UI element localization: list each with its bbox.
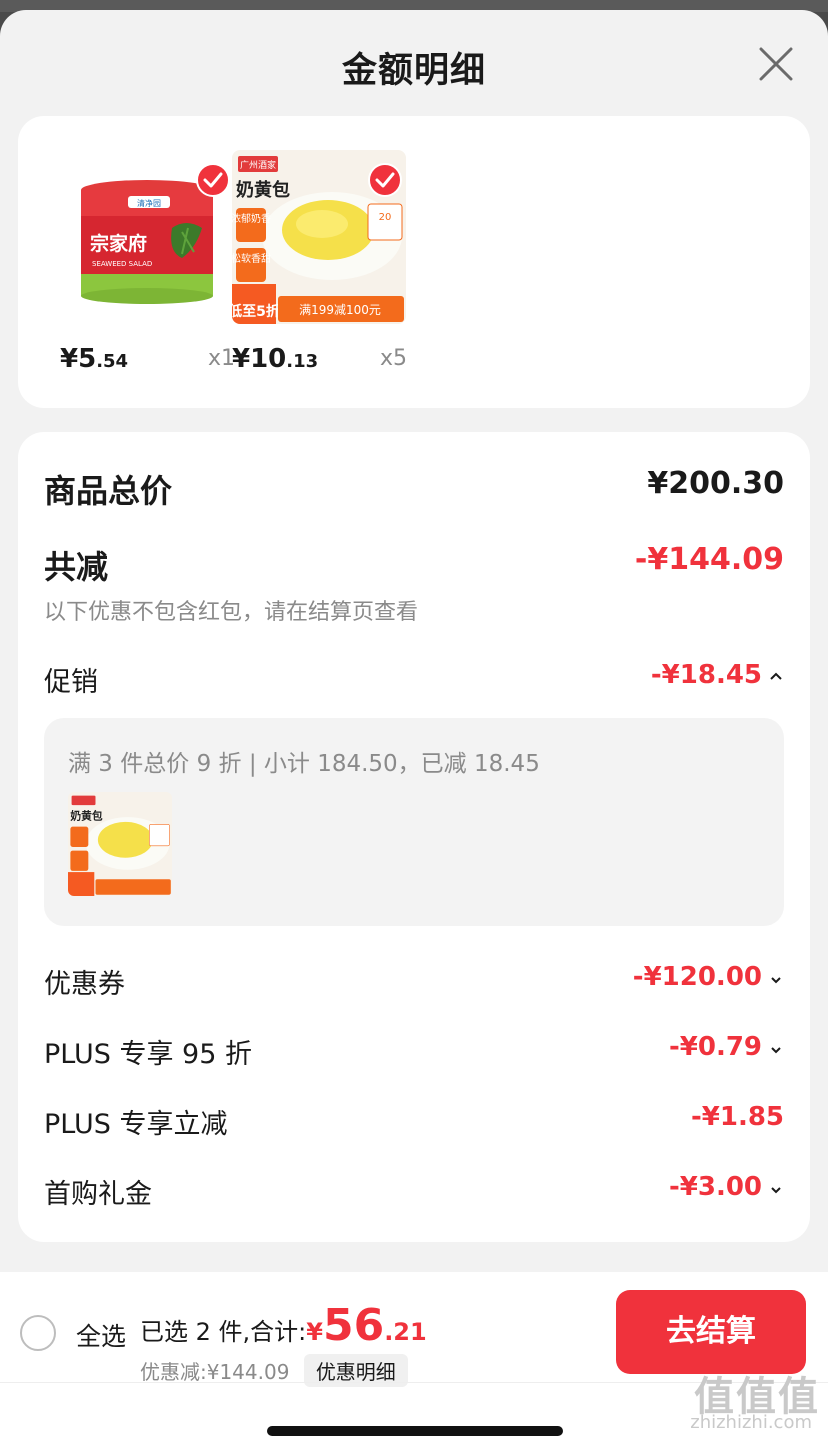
discount-amount: 优惠减:¥144.09 [140, 1360, 290, 1384]
product-price: ¥10.13 [232, 344, 319, 374]
plus-cut-value: -¥1.85 [690, 1102, 784, 1132]
first-buy-label: 首购礼金 [44, 1179, 152, 1210]
close-button[interactable] [758, 46, 794, 82]
coupon-label: 优惠券 [44, 969, 125, 1000]
product-quantity: x5 [380, 346, 408, 371]
promotion-detail-box: 满 3 件总价 9 折 | 小计 184.50，已减 18.45 奶黄包 [44, 718, 784, 926]
product-quantity: x1 [208, 346, 236, 371]
product-price: ¥5.54 [60, 344, 129, 374]
plus-cut-label: PLUS 专享立减 [44, 1109, 228, 1140]
chevron-down-icon [766, 1181, 784, 1201]
brand-label: 清净园 [137, 198, 161, 208]
product-card: 清净园 宗家府 SEAWEED SALAD ¥5.54 x1 广州酒家 奶黄包 … [18, 116, 810, 408]
svg-text:浓郁奶香: 浓郁奶香 [232, 212, 271, 225]
promo-line: 满199减100元 [299, 303, 381, 317]
price-breakdown-card: 商品总价 ¥200.30 共减 -¥144.09 以下优惠不包含红包，请在结算页… [18, 432, 810, 1242]
product-name: 奶黄包 [236, 179, 290, 201]
goods-total-value: ¥200.30 [647, 466, 784, 501]
reduction-note: 以下优惠不包含红包，请在结算页查看 [44, 600, 419, 625]
first-buy-value: -¥3.00 [668, 1172, 762, 1202]
coupon-value-wrap: -¥120.00 [633, 962, 784, 992]
promo-badge: 低至5折 [232, 303, 280, 320]
close-icon [759, 47, 793, 81]
select-all-label[interactable]: 全选 [76, 1317, 126, 1353]
first-buy-value-wrap: -¥3.00 [669, 1172, 784, 1202]
checkout-button[interactable]: 去结算 [616, 1290, 806, 1374]
goods-total-label: 商品总价 [44, 472, 173, 510]
sheet-title: 金额明细 [341, 51, 486, 91]
chevron-down-icon [766, 1041, 784, 1061]
selected-count: 已选 2 件,合计: [140, 1318, 307, 1346]
checkmark-icon [375, 172, 395, 188]
brand-label: 广州酒家 [240, 159, 276, 171]
plus-95-value: -¥0.79 [668, 1032, 762, 1062]
plus-95-label: PLUS 专享 95 折 [44, 1039, 252, 1070]
svg-text:宗家府: 宗家府 [90, 232, 147, 255]
promotion-value: -¥18.45 [650, 660, 762, 690]
chevron-down-icon [766, 971, 784, 991]
plus-95-value-wrap: -¥0.79 [669, 1032, 784, 1062]
promotion-value-wrap: -¥18.45 [651, 660, 784, 690]
promotion-detail-text: 满 3 件总价 9 折 | 小计 184.50，已减 18.45 [68, 751, 540, 777]
chevron-up-icon [766, 669, 784, 689]
price-detail-sheet: 金额明细 清净园 宗家府 SEAWEED SALAD ¥5.54 x1 广州酒家… [0, 10, 828, 1446]
promotion-product-thumbnail: 奶黄包 [68, 792, 172, 896]
total-amount-dec: .21 [384, 1318, 427, 1346]
checkout-bar: 全选 已选 2 件,合计:¥56.21 优惠减:¥144.09 优惠明细 去结算… [0, 1272, 828, 1446]
svg-text:松软香甜: 松软香甜 [232, 252, 271, 265]
total-amount-int: 56 [322, 1300, 385, 1351]
sheet-header: 金额明细 [0, 10, 828, 116]
selected-summary: 已选 2 件,合计:¥56.21 [140, 1300, 427, 1351]
select-all-checkbox[interactable] [20, 1315, 56, 1351]
home-indicator[interactable] [267, 1426, 563, 1436]
total-reduction-value: -¥144.09 [634, 542, 784, 577]
promotion-label: 促销 [44, 667, 98, 698]
coupon-value: -¥120.00 [632, 962, 762, 992]
total-reduction-label: 共减 [44, 548, 109, 586]
checkmark-icon [203, 172, 223, 188]
product-selected-check[interactable] [368, 163, 402, 197]
product-subtitle: SEAWEED SALAD [92, 260, 152, 268]
svg-text:奶黄包: 奶黄包 [69, 809, 103, 822]
product-selected-check[interactable] [196, 163, 230, 197]
svg-text:20: 20 [379, 212, 392, 223]
watermark-site: zhizhizhi.com [690, 1412, 812, 1433]
